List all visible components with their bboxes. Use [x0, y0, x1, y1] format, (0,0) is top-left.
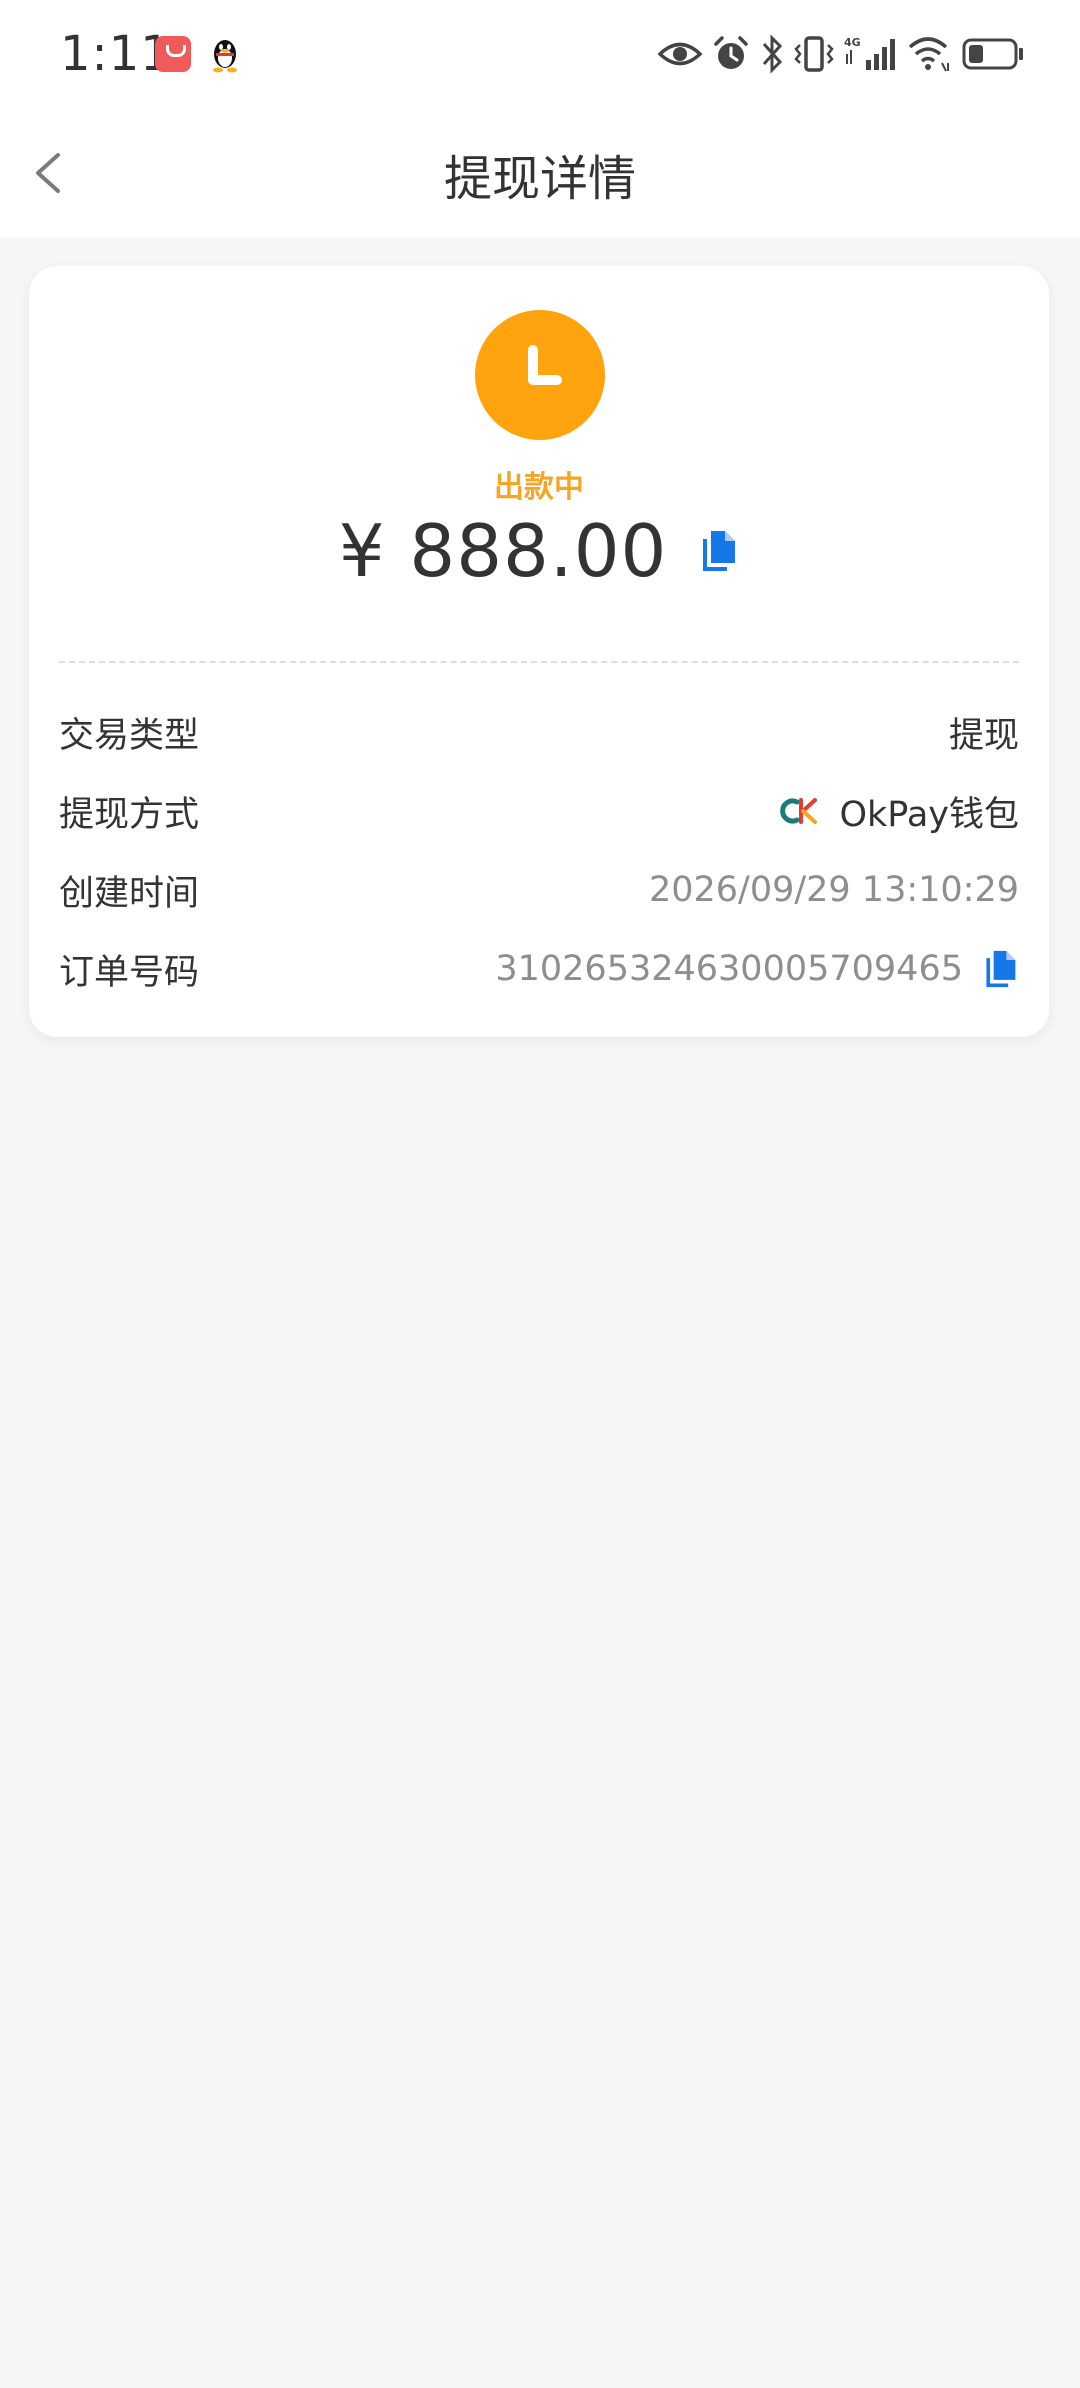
- bluetooth-icon: [762, 34, 783, 74]
- battery-icon: [962, 38, 1023, 70]
- shopping-bag-icon: [155, 36, 191, 72]
- amount-row: ¥ 888.00: [29, 506, 1049, 596]
- status-indicator: [475, 310, 605, 440]
- wifi-icon: [908, 37, 949, 72]
- status-label: 出款中: [494, 470, 584, 505]
- detail-value: OkPay钱包: [779, 786, 1019, 837]
- detail-row-order: 订单号码 31026532463000570946​5: [59, 939, 1019, 999]
- status-icons: 4G: [658, 30, 1024, 78]
- withdrawal-card: 出款中 ¥ 888.00 交易类型 提现 提现方式 OkPay钱包 创建时间 2…: [29, 266, 1049, 1037]
- svg-text:4G: 4G: [844, 36, 861, 49]
- nav-bar: 提现详情: [0, 105, 1080, 237]
- copy-amount-button[interactable]: [697, 527, 739, 575]
- divider: [59, 661, 1019, 663]
- detail-label: 提现方式: [59, 794, 200, 835]
- detail-value: 31026532463000570946​5: [495, 947, 1019, 991]
- copy-order-button[interactable]: [981, 947, 1019, 991]
- detail-value: 2026/09/29 13:10:29: [648, 870, 1019, 910]
- clock-icon: [528, 345, 562, 385]
- okpay-logo-icon: [780, 798, 818, 824]
- status-bar: 1:11 4G: [0, 0, 1080, 105]
- detail-row-type: 交易类型 提现: [59, 702, 1019, 762]
- eye-icon: [658, 42, 702, 66]
- detail-label: 创建时间: [59, 873, 200, 914]
- qq-icon: [213, 40, 237, 73]
- vibrate-icon: [794, 36, 834, 72]
- alarm-icon: [714, 36, 748, 69]
- page-title: 提现详情: [443, 151, 636, 207]
- withdraw-method-name: OkPay钱包: [839, 794, 1019, 835]
- detail-label: 交易类型: [59, 715, 200, 756]
- order-number: 31026532463000570946​5: [495, 949, 963, 989]
- detail-row-created: 创建时间 2026/09/29 13:10:29: [59, 860, 1019, 920]
- detail-label: 订单号码: [59, 952, 200, 993]
- detail-row-method: 提现方式 OkPay钱包: [59, 781, 1019, 841]
- detail-value: 提现: [948, 715, 1019, 756]
- signal-4g-icon: 4G: [844, 36, 895, 70]
- amount-value: ¥ 888.00: [338, 509, 668, 593]
